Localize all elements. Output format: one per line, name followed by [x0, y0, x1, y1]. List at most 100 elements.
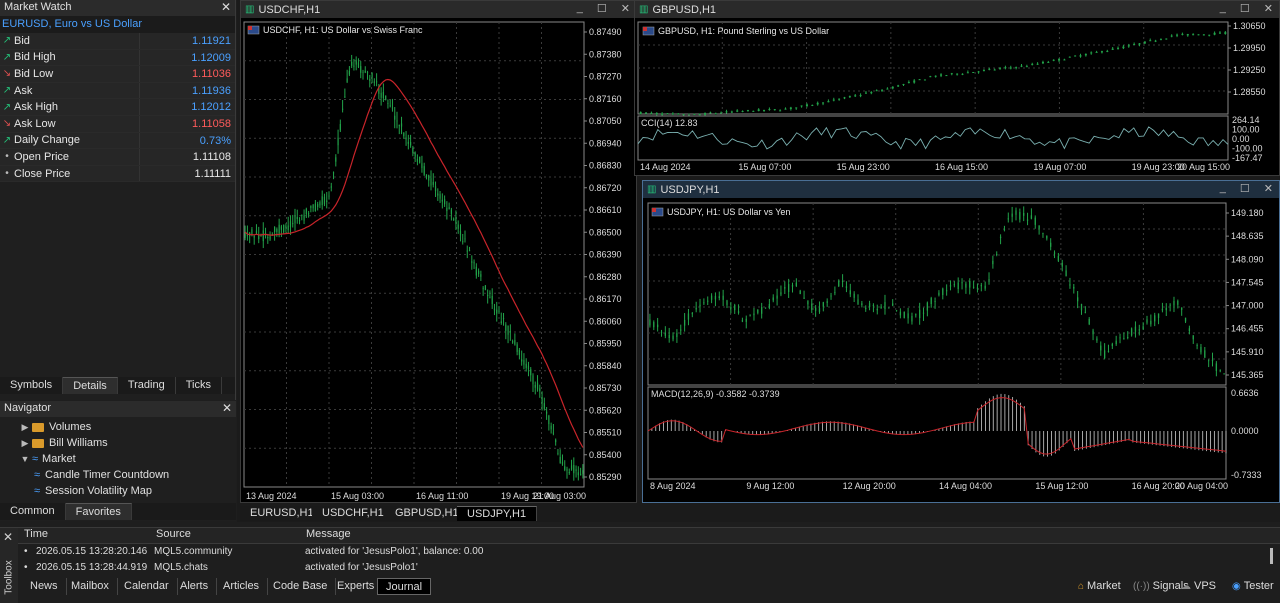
status-vps[interactable]: ☁ VPS [1181, 580, 1216, 592]
candle-body [660, 331, 663, 333]
toolbox-tab-calendar[interactable]: Calendar [116, 578, 178, 595]
maximize-icon[interactable]: ☐ [1240, 2, 1250, 15]
candle-body [969, 280, 971, 288]
minimize-icon[interactable]: _ [1220, 182, 1226, 195]
navigator-item[interactable]: ▼ ≈ Market [0, 451, 236, 467]
status-tester[interactable]: ◉ Tester [1232, 580, 1274, 592]
market-watch-row[interactable]: ↗ Ask 1.11936 [0, 82, 235, 100]
candle-body [845, 286, 848, 288]
tab-common[interactable]: Common [0, 503, 66, 520]
close-icon[interactable]: ✕ [1264, 182, 1273, 195]
chart-window-usdjpy[interactable]: ▥ USDJPY,H1 _ ☐ ✕ 149.180 148.635 148.090 147… [642, 180, 1280, 503]
close-icon[interactable]: ✕ [621, 2, 630, 15]
toolbox-tab-journal[interactable]: Journal [377, 578, 432, 595]
candle-body [757, 109, 760, 112]
market-watch-row[interactable]: ↗ Bid High 1.12009 [0, 49, 235, 67]
col-message[interactable]: Message [306, 528, 351, 543]
maximize-icon[interactable]: ☐ [1240, 182, 1250, 195]
price-label: 0.86500 [589, 227, 622, 237]
candle-body [934, 301, 936, 303]
status-market[interactable]: ⌂ Market [1078, 580, 1121, 592]
market-watch-row[interactable]: • Close Price 1.11111 [0, 165, 235, 183]
market-watch-field: Close Price [14, 167, 71, 180]
usdchf-chart[interactable]: 0.87490 0.87380 0.87270 0.87160 0.87050 0.869… [241, 18, 636, 502]
market-watch-row[interactable]: ↘ Ask Low 1.11058 [0, 115, 235, 133]
toolbox-tab-experts[interactable]: Experts [329, 578, 384, 595]
chart-tab[interactable]: USDCHF,H1 [312, 506, 395, 521]
tab-ticks[interactable]: Ticks [176, 377, 222, 394]
tab-symbols[interactable]: Symbols [0, 377, 64, 394]
candle-body [1069, 284, 1071, 286]
toolbox-tab-news[interactable]: News [22, 578, 67, 595]
navigator-item[interactable]: ▶ Volumes [0, 419, 236, 435]
toolbox-tab-code-base[interactable]: Code Base [265, 578, 337, 595]
close-icon[interactable]: ✕ [221, 0, 231, 14]
col-source[interactable]: Source [156, 528, 191, 543]
candle-body [276, 229, 278, 233]
candle-body [1224, 32, 1227, 34]
candle-body [516, 344, 518, 352]
market-watch-row[interactable]: ↗ Ask High 1.12012 [0, 99, 235, 116]
market-watch-row[interactable]: ↗ Bid 1.11921 [0, 33, 235, 50]
col-time[interactable]: Time [24, 528, 48, 543]
price-label: 0.86830 [589, 161, 622, 171]
candle-body [764, 307, 767, 309]
navigator-item[interactable]: ≈ Session Volatility Map [0, 483, 236, 499]
candle-body [1025, 66, 1028, 68]
candle-body [466, 250, 468, 252]
candle-body [1100, 345, 1102, 351]
usdjpy-chart[interactable]: 149.180 148.635 148.090 147.545 147.000 146.4… [643, 198, 1279, 502]
candle-body [787, 284, 790, 292]
candle-body [872, 305, 875, 307]
chevron-down-icon[interactable]: ▼ [18, 454, 32, 464]
toolbox-tab-articles[interactable]: Articles [215, 578, 269, 595]
tab-details[interactable]: Details [63, 377, 118, 394]
gbpusd-chart[interactable]: 1.30650 1.29950 1.29250 1.28550 GBPUSD, H1: … [635, 18, 1279, 175]
close-icon[interactable]: ✕ [3, 530, 13, 544]
tab-favorites[interactable]: Favorites [65, 503, 132, 520]
chart-window-usdchf[interactable]: ▥ USDCHF,H1 _ ☐ ✕ 0.87490 0.87380 0.87270 0.8… [240, 0, 637, 503]
scrollbar[interactable] [1270, 548, 1273, 564]
candle-body [923, 79, 926, 81]
minimize-icon[interactable]: _ [577, 2, 583, 15]
close-icon[interactable]: ✕ [1264, 2, 1273, 15]
navigator-item[interactable]: ≈ Candle Timer Countdown [0, 467, 236, 483]
candle-body [1023, 213, 1025, 216]
chevron-right-icon[interactable]: ▶ [18, 422, 32, 433]
date-label: 16 Aug 15:00 [935, 162, 988, 172]
candle-body [498, 310, 500, 312]
candle-body [1211, 359, 1214, 362]
candle-body [312, 205, 314, 209]
navigator-item[interactable]: ▶ Bill Williams [0, 435, 236, 451]
candle-body [278, 224, 280, 234]
candle-body [1188, 328, 1191, 332]
plot-frame [647, 202, 1227, 386]
minimize-icon[interactable]: _ [1220, 2, 1226, 15]
toolbox-tab-mailbox[interactable]: Mailbox [63, 578, 118, 595]
navigator-tabs: Common Favorites [0, 503, 236, 520]
candle-body [745, 318, 747, 322]
chart-window-titlebar[interactable]: ▥ GBPUSD,H1 _ ☐ ✕ [635, 1, 1279, 18]
candle-body [838, 280, 840, 287]
candle-body [800, 105, 803, 107]
chevron-right-icon[interactable]: ▶ [18, 438, 32, 449]
chart-window-titlebar[interactable]: ▥ USDCHF,H1 _ ☐ ✕ [241, 1, 636, 18]
candle-body [795, 107, 798, 109]
chart-tab[interactable]: USDJPY,H1 [457, 506, 538, 521]
candle-body [326, 200, 328, 202]
candle-body [317, 204, 319, 208]
candle-body [319, 202, 321, 206]
close-icon[interactable]: ✕ [222, 401, 232, 415]
maximize-icon[interactable]: ☐ [597, 2, 607, 15]
candle-body [478, 270, 480, 275]
market-watch-row[interactable]: ↘ Bid Low 1.11036 [0, 66, 235, 83]
tab-trading[interactable]: Trading [118, 377, 176, 394]
candle-body [826, 301, 828, 303]
chart-window-titlebar[interactable]: ▥ USDJPY,H1 _ ☐ ✕ [643, 181, 1279, 198]
market-watch-row[interactable]: ↗ Daily Change 0.73% [0, 132, 235, 150]
toolbox-tab-alerts[interactable]: Alerts [172, 578, 218, 595]
chart-window-gbpusd[interactable]: ▥ GBPUSD,H1 _ ☐ ✕ 1.30650 1.29950 1.29250 1.2… [634, 0, 1280, 176]
market-watch-row[interactable]: • Open Price 1.11108 [0, 149, 235, 166]
candle-body [1031, 63, 1034, 65]
candle-body [722, 295, 724, 300]
